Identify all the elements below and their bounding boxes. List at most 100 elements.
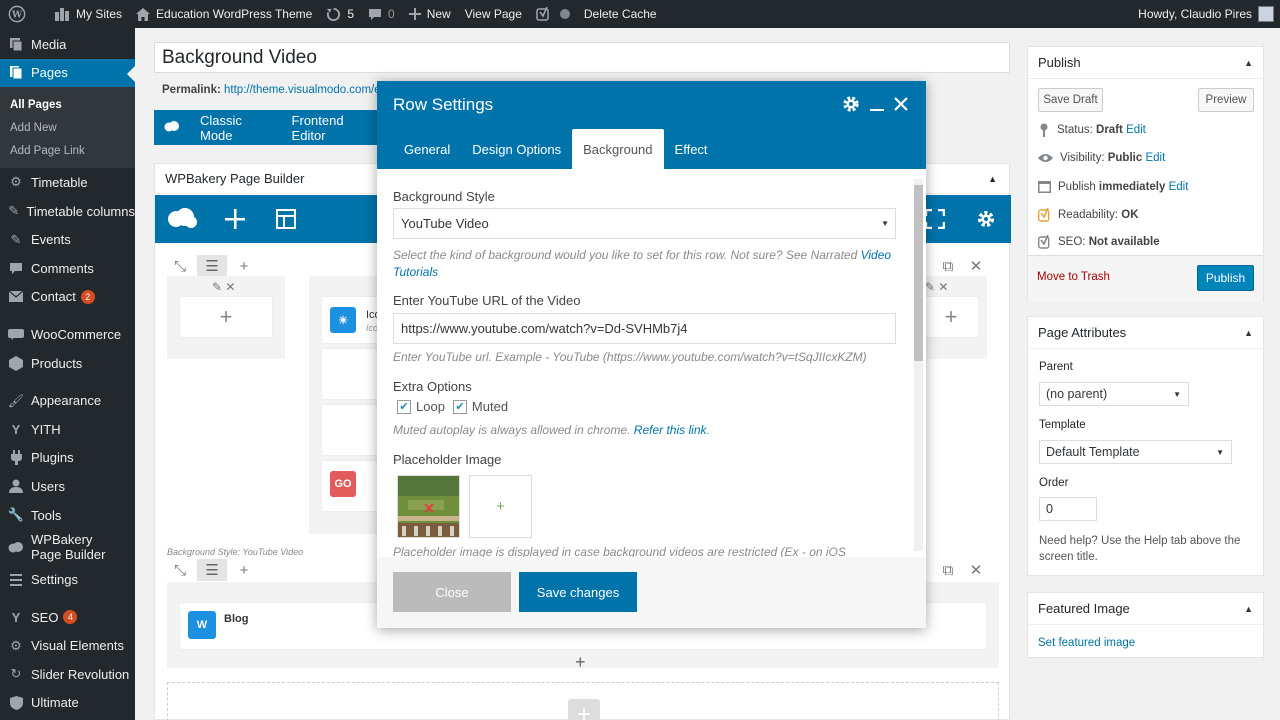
sidebar-item-timetable[interactable]: ⚙ Timetable — [0, 168, 135, 197]
clone-row-icon[interactable]: ⧉ — [937, 559, 959, 581]
background-style-select[interactable]: YouTube Video ▼ — [393, 208, 896, 239]
sidebar-item-media[interactable]: Media — [0, 30, 135, 59]
my-sites-menu[interactable]: My Sites — [47, 0, 129, 28]
templates-icon[interactable] — [276, 209, 296, 232]
set-featured-image-link[interactable]: Set featured image — [1038, 637, 1135, 649]
sidebar-item-visual-elements[interactable]: ⚙ Visual Elements — [0, 632, 135, 661]
placeholder-image-thumb[interactable] — [397, 475, 460, 538]
publish-actions: Move to Trash Publish — [1028, 255, 1263, 302]
tab-design-options[interactable]: Design Options — [461, 129, 572, 169]
site-name-menu[interactable]: Education WordPress Theme — [129, 0, 319, 28]
sidebar-item-ultimate[interactable]: Ultimate — [0, 689, 135, 718]
background-style-value: YouTube Video — [401, 216, 489, 231]
move-to-trash-link[interactable]: Move to Trash — [1037, 271, 1110, 283]
clone-row-icon[interactable]: ⧉ — [937, 255, 959, 277]
schedule-edit-link[interactable]: Edit — [1169, 181, 1189, 193]
edit-column-icon[interactable]: ✎ ✕ — [212, 280, 235, 294]
add-row-zone[interactable]: + — [167, 682, 999, 720]
collapse-icon[interactable]: ▲ — [988, 174, 997, 184]
fullscreen-icon[interactable] — [924, 208, 946, 232]
sidebar-item-wpbakery[interactable]: WPBakery Page Builder — [0, 529, 135, 565]
post-title-input[interactable]: Background Video — [154, 42, 1010, 73]
submenu-add-new[interactable]: Add New — [0, 116, 135, 139]
close-button[interactable]: Close — [393, 572, 511, 612]
submenu-add-page-link[interactable]: Add Page Link — [0, 139, 135, 162]
close-icon[interactable] — [894, 97, 908, 111]
status-edit-link[interactable]: Edit — [1126, 124, 1146, 136]
submenu-all-pages[interactable]: All Pages — [0, 93, 135, 116]
modal-scrollbar[interactable] — [914, 179, 923, 551]
add-element-icon[interactable] — [225, 209, 245, 232]
sidebar-item-seo[interactable]: Y SEO 4 — [0, 603, 135, 632]
sidebar-item-appearance[interactable]: 🖌 Appearance — [0, 386, 135, 415]
move-row-icon[interactable]: ⤡ — [169, 559, 191, 581]
tab-general[interactable]: General — [393, 129, 461, 169]
comment-icon — [369, 8, 382, 20]
yoast-icon: Y — [11, 609, 21, 625]
sidebar-item-events[interactable]: ✎ Events — [0, 225, 135, 254]
row-layout-icon[interactable]: ☰ — [197, 559, 227, 581]
settings-gear-icon[interactable] — [976, 209, 996, 232]
sidebar-item-products[interactable]: Products — [0, 349, 135, 378]
add-element-placeholder[interactable]: + — [923, 296, 979, 338]
sidebar-item-label: Ultimate — [31, 695, 79, 711]
sidebar-item-comments[interactable]: Comments — [0, 254, 135, 283]
muted-checkbox[interactable]: ✔ Muted — [452, 399, 509, 414]
loop-checkbox[interactable]: ✔ Loop — [397, 399, 445, 414]
muted-label: Muted — [471, 399, 509, 414]
edit-column-icon[interactable]: ✎ ✕ — [925, 280, 948, 294]
new-menu[interactable]: New — [402, 0, 458, 28]
classic-mode-button[interactable]: Classic Mode — [200, 113, 274, 143]
scrollbar-thumb[interactable] — [914, 185, 923, 361]
collapse-icon[interactable]: ▲ — [1244, 604, 1253, 614]
save-changes-button[interactable]: Save changes — [519, 572, 637, 612]
extra-options-label: Extra Options — [393, 379, 472, 394]
settings-gear-icon[interactable] — [842, 95, 860, 113]
publish-button[interactable]: Publish — [1197, 265, 1254, 291]
minimize-icon[interactable] — [870, 95, 884, 113]
order-input[interactable]: 0 — [1039, 497, 1097, 521]
view-page-link[interactable]: View Page — [458, 0, 529, 28]
sidebar-item-label: WPBakery Page Builder — [31, 532, 106, 563]
sidebar-item-plugins[interactable]: Plugins — [0, 444, 135, 473]
delete-row-icon[interactable]: ✕ — [965, 255, 987, 277]
tab-effect[interactable]: Effect — [664, 129, 719, 169]
parent-select[interactable]: (no parent) ▼ — [1039, 382, 1189, 406]
template-select[interactable]: Default Template ▼ — [1039, 440, 1232, 464]
sidebar-item-yith[interactable]: Y YITH — [0, 415, 135, 444]
add-column-icon[interactable]: + — [233, 255, 255, 277]
wpbakery-cloud-icon[interactable] — [167, 207, 197, 232]
delete-cache-link[interactable]: Delete Cache — [577, 0, 664, 28]
sidebar-item-pages[interactable]: Pages — [0, 58, 135, 88]
visibility-edit-link[interactable]: Edit — [1145, 152, 1165, 164]
preview-button[interactable]: Preview — [1198, 88, 1254, 112]
collapse-icon[interactable]: ▲ — [1244, 58, 1253, 68]
youtube-url-input[interactable]: https://www.youtube.com/watch?v=Dd-SVHMb… — [393, 313, 896, 344]
frontend-editor-button[interactable]: Frontend Editor — [292, 113, 376, 143]
row-layout-icon[interactable]: ☰ — [197, 255, 227, 277]
permalink-link[interactable]: http://theme.visualmodo.com/ed — [224, 84, 387, 96]
sidebar-item-timetable-columns[interactable]: ✎ Timetable columns — [0, 197, 135, 226]
tab-background[interactable]: Background — [572, 129, 664, 169]
comments-menu[interactable]: 0 — [361, 0, 402, 28]
move-row-icon[interactable]: ⤡ — [169, 255, 191, 277]
updates-menu[interactable]: 5 — [319, 0, 361, 28]
sidebar-item-slider-revolution[interactable]: ↻ Slider Revolution — [0, 660, 135, 689]
delete-row-icon[interactable]: ✕ — [965, 559, 987, 581]
add-element-icon[interactable]: + — [575, 652, 586, 673]
wp-logo-icon[interactable]: W — [0, 0, 39, 28]
collapse-icon[interactable]: ▲ — [1244, 328, 1253, 338]
add-column-icon[interactable]: + — [233, 559, 255, 581]
add-placeholder-image-button[interactable]: + — [469, 475, 532, 538]
add-element-placeholder[interactable]: + — [179, 296, 273, 338]
sidebar-item-label: Media — [31, 36, 67, 52]
sidebar-item-woocommerce[interactable]: WooCommerce — [0, 320, 135, 349]
refer-this-link[interactable]: Refer this link — [634, 423, 707, 437]
sidebar-item-tools[interactable]: 🔧 Tools — [0, 501, 135, 530]
sidebar-item-settings[interactable]: Settings — [0, 565, 135, 594]
sidebar-item-users[interactable]: Users — [0, 472, 135, 501]
save-draft-button[interactable]: Save Draft — [1038, 88, 1103, 112]
sidebar-item-contact[interactable]: Contact 2 — [0, 283, 135, 312]
account-menu[interactable]: Howdy, Claudio Pires — [1138, 6, 1280, 22]
yoast-menu[interactable] — [529, 0, 577, 28]
